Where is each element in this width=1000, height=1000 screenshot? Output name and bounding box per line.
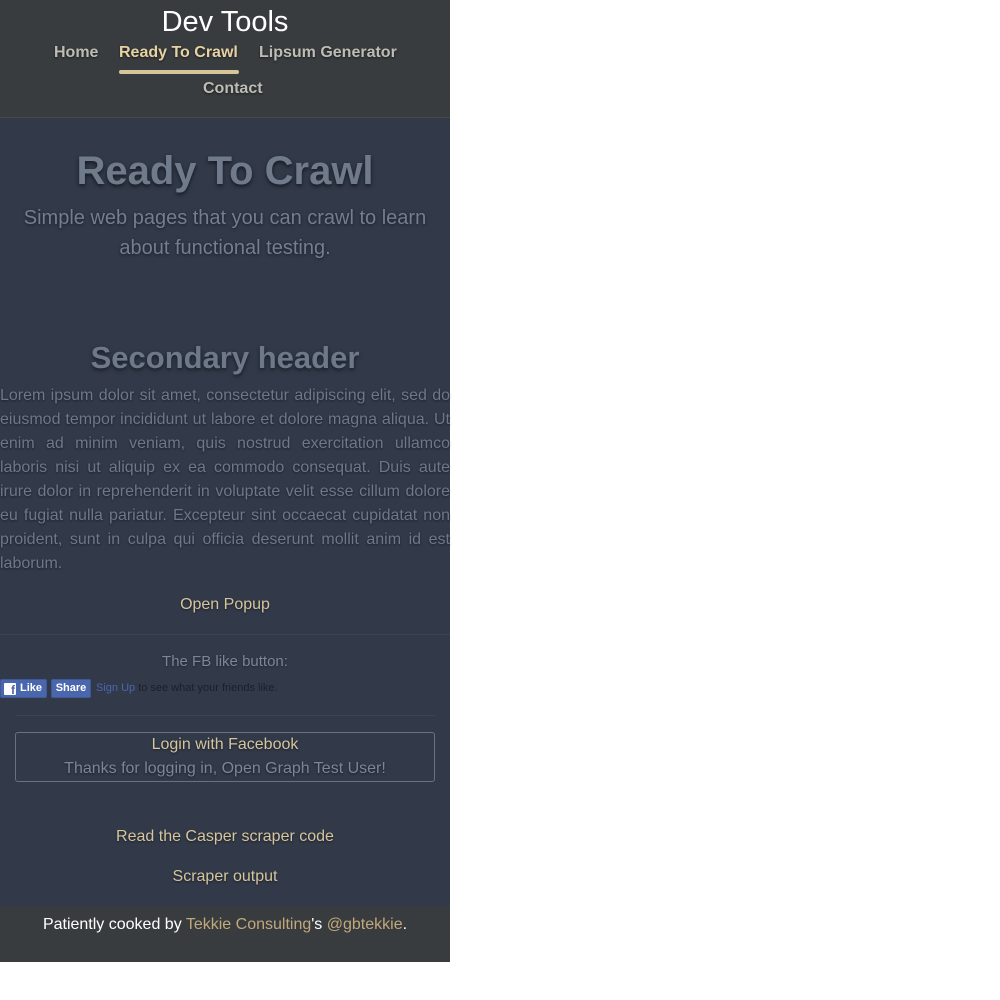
facebook-like-button[interactable]: f Like: [0, 679, 47, 698]
open-popup-link[interactable]: Open Popup: [0, 595, 450, 615]
site-title: Dev Tools: [161, 6, 289, 38]
facebook-signup-suffix: to see what your friends like.: [135, 682, 278, 694]
footer-prefix: Patiently cooked by: [42, 916, 186, 933]
tekkie-consulting-link[interactable]: Tekkie Consulting: [186, 916, 311, 933]
footer-suffix: .: [402, 916, 408, 933]
divider: [0, 634, 450, 635]
login-status-text: Thanks for logging in, Open Graph Test U…: [64, 760, 386, 777]
login-with-facebook-link[interactable]: Login with Facebook: [16, 735, 434, 755]
nav-lipsum-generator[interactable]: Lipsum Generator: [259, 43, 397, 63]
casper-scraper-code-link[interactable]: Read the Casper scraper code: [0, 827, 450, 847]
site-footer: Patiently cooked by Tekkie Consulting's …: [0, 906, 450, 962]
lorem-paragraph: Lorem ipsum dolor sit amet, consectetur …: [0, 387, 450, 572]
facebook-like-label: Like: [20, 682, 43, 694]
site-header: Dev Tools Home Ready To Crawl Lipsum Gen…: [0, 0, 450, 118]
fb-like-caption: The FB like button:: [162, 653, 288, 670]
gbtekkie-link[interactable]: @gbtekkie: [327, 916, 403, 933]
facebook-share-button[interactable]: Share: [51, 679, 91, 698]
nav-home[interactable]: Home: [54, 43, 98, 63]
page-subtitle: Simple web pages that you can crawl to l…: [23, 207, 427, 259]
nav-contact[interactable]: Contact: [203, 79, 263, 99]
footer-credit: Patiently cooked by Tekkie Consulting's …: [0, 915, 450, 935]
secondary-header: Secondary header: [90, 340, 360, 375]
footer-middle: 's: [311, 916, 327, 933]
scraper-output-link[interactable]: Scraper output: [0, 867, 450, 887]
divider: [15, 715, 435, 716]
nav-ready-to-crawl[interactable]: Ready To Crawl: [119, 43, 238, 63]
facebook-signup-link[interactable]: Sign Up: [96, 682, 135, 694]
facebook-signup-text: Sign Up to see what your friends like.: [96, 681, 278, 695]
active-nav-indicator: [119, 70, 239, 74]
facebook-icon: f: [4, 683, 16, 696]
page: Dev Tools Home Ready To Crawl Lipsum Gen…: [0, 0, 450, 962]
facebook-login-box: Login with Facebook Thanks for logging i…: [15, 732, 435, 782]
page-title: Ready To Crawl: [76, 149, 374, 193]
facebook-like-widget: f Like Share Sign Up to see what your fr…: [0, 679, 290, 699]
